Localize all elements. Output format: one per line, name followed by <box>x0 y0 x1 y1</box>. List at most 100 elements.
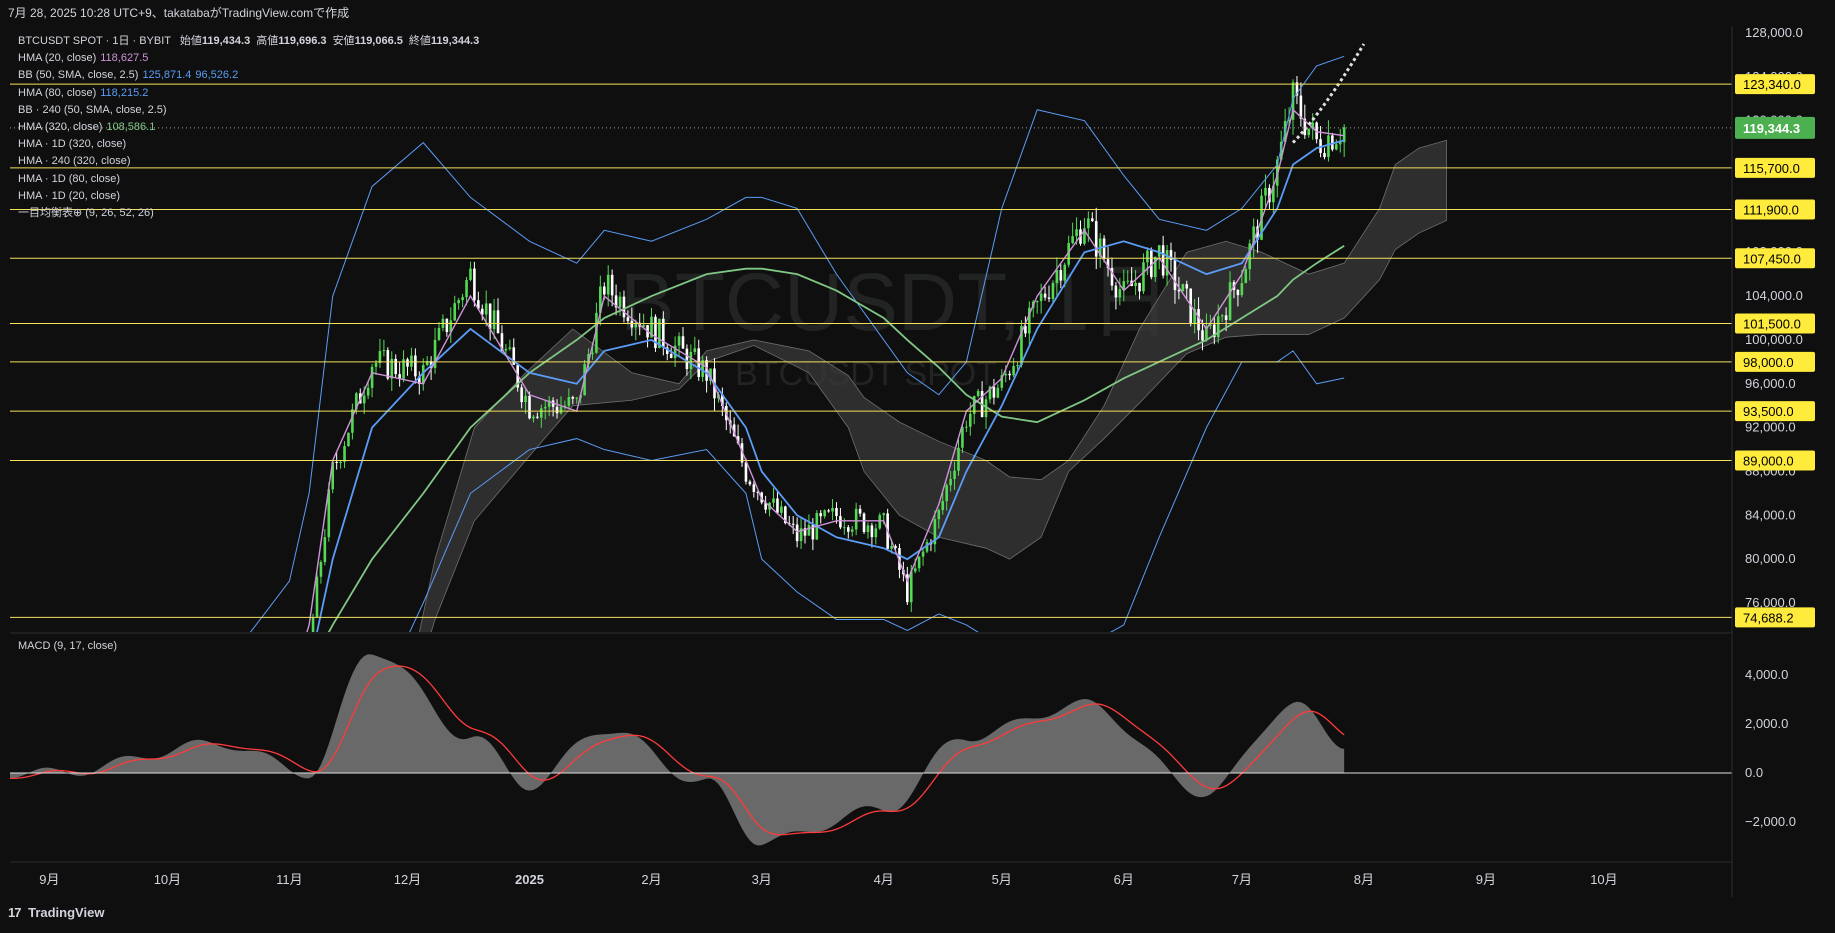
candle <box>308 640 311 644</box>
candle <box>807 514 811 536</box>
candle <box>748 479 752 487</box>
candle <box>72 786 75 799</box>
time-tick: 5月 <box>992 872 1012 887</box>
candle <box>284 676 287 694</box>
candle <box>965 420 968 433</box>
macd-tick: 4,000.0 <box>1745 667 1788 682</box>
indicator-name: HMA (320, close) <box>18 121 103 134</box>
symbol-title: BTCUSDT SPOT · 1日 · BYBIT <box>18 35 171 47</box>
ohlc-value: 119,066.5 <box>354 35 403 47</box>
candle <box>52 797 55 807</box>
svg-text:107,450.0: 107,450.0 <box>1743 251 1801 266</box>
candle <box>402 350 405 383</box>
indicator-row[interactable]: BB · 240 (50, SMA, close, 2.5) <box>18 102 479 119</box>
symbol-row[interactable]: BTCUSDT SPOT · 1日 · BYBIT 始値119,434.3 高値1… <box>18 33 479 50</box>
indicator-row[interactable]: HMA (320, close) 108,586.1 <box>18 119 479 136</box>
hma80-line <box>316 139 1345 632</box>
ohlc-values: 始値119,434.3 高値119,696.3 安値119,066.5 終値119,3… <box>174 35 479 47</box>
indicator-value: 118,627.5 <box>100 52 149 65</box>
candle <box>823 509 826 519</box>
indicator-row[interactable]: HMA (20, close) 118,627.5 <box>18 50 479 67</box>
ohlc-value: 119,344.3 <box>430 35 480 47</box>
candle <box>1335 139 1338 151</box>
indicator-legend: BTCUSDT SPOT · 1日 · BYBIT 始値119,434.3 高値1… <box>18 33 479 222</box>
candle <box>304 636 307 672</box>
indicator-value: 118,215.2 <box>100 86 149 99</box>
candle <box>300 664 303 674</box>
time-tick: 12月 <box>394 872 421 887</box>
tradingview-logo-icon: 17 <box>8 905 22 920</box>
svg-text:98,000.0: 98,000.0 <box>1743 355 1794 370</box>
candle <box>370 363 374 398</box>
candle <box>870 522 874 548</box>
candle <box>984 395 988 429</box>
candle <box>394 354 397 379</box>
candle <box>1295 75 1299 105</box>
price-tick: 84,000.0 <box>1745 507 1796 522</box>
indicator-row[interactable]: HMA · 1D (20, close) <box>18 188 479 205</box>
candle <box>268 691 271 710</box>
candle <box>276 677 279 702</box>
candle <box>772 487 775 508</box>
candle <box>343 441 346 468</box>
candle <box>776 491 779 515</box>
candle <box>917 556 921 572</box>
candle <box>496 298 500 334</box>
indicator-name: HMA · 1D (320, close) <box>18 138 127 151</box>
indicator-name: HMA (20, close) <box>18 52 97 65</box>
candle <box>437 322 441 341</box>
candle <box>929 539 933 552</box>
candle <box>921 547 925 566</box>
macd-legend[interactable]: MACD (9, 17, close) <box>18 640 117 652</box>
indicator-row[interactable]: HMA (80, close) 118,215.2 <box>18 85 479 102</box>
ohlc-value: 119,434.3 <box>201 35 251 47</box>
time-tick: 11月 <box>276 872 303 887</box>
time-tick: 9月 <box>39 872 59 887</box>
time-tick: 4月 <box>874 872 894 887</box>
time-tick: 8月 <box>1354 872 1374 887</box>
time-tick: 10月 <box>1590 872 1617 887</box>
candle <box>296 659 299 674</box>
level-label: 101,500.0 <box>1735 313 1815 334</box>
indicator-row[interactable]: 一目均衡表⊕ (9, 26, 52, 26) <box>18 205 479 222</box>
candle <box>1079 220 1082 246</box>
candle <box>83 789 86 799</box>
candle <box>610 269 614 307</box>
price-tick: 96,000.0 <box>1745 376 1796 391</box>
candle <box>68 786 71 799</box>
indicator-row[interactable]: BB (50, SMA, close, 2.5) 125,871.4 96,526.… <box>18 67 479 84</box>
svg-text:123,340.0: 123,340.0 <box>1743 77 1801 92</box>
indicator-row[interactable]: HMA · 240 (320, close) <box>18 153 479 170</box>
candle <box>862 512 866 534</box>
price-tick: 100,000.0 <box>1745 332 1803 347</box>
candle <box>827 508 830 513</box>
level-label: 93,500.0 <box>1735 401 1815 422</box>
candle <box>449 307 453 343</box>
indicator-row[interactable]: HMA · 1D (320, close) <box>18 136 479 153</box>
candle <box>319 560 323 584</box>
candle <box>76 782 79 805</box>
level-label: 123,340.0 <box>1735 74 1815 95</box>
macd-tick: 2,000.0 <box>1745 716 1788 731</box>
candle <box>378 338 382 368</box>
candle <box>237 720 240 731</box>
candle <box>265 695 268 721</box>
candle <box>80 792 83 806</box>
candle <box>1319 126 1322 158</box>
level-label: 107,450.0 <box>1735 248 1815 269</box>
candle <box>48 796 51 801</box>
candle <box>858 504 862 517</box>
svg-text:101,500.0: 101,500.0 <box>1743 316 1801 331</box>
candle <box>272 693 275 707</box>
indicator-row[interactable]: HMA · 1D (80, close) <box>18 171 479 188</box>
indicator-name: HMA (80, close) <box>18 86 97 99</box>
candle <box>453 295 457 322</box>
tradingview-footer[interactable]: 17 TradingView <box>8 905 104 920</box>
candle <box>1272 172 1275 214</box>
macd-pane <box>10 654 1732 846</box>
price-tick: 92,000.0 <box>1745 420 1796 435</box>
candle <box>854 502 858 536</box>
time-tick: 3月 <box>752 872 772 887</box>
level-label: 111,900.0 <box>1735 199 1815 220</box>
ohlc-key: 高値 <box>256 35 279 47</box>
